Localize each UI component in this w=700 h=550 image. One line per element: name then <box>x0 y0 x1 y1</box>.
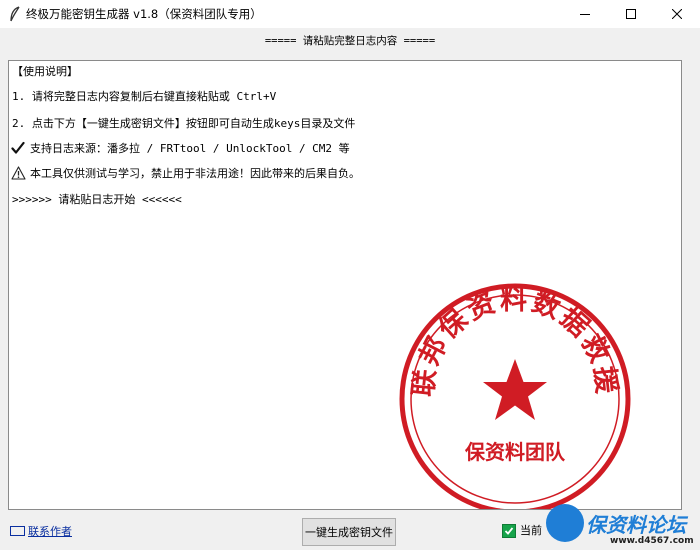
instruction-line-2: 2. 点击下方【一键生成密钥文件】按钮即可自动生成keys目录及文件 <box>12 117 356 130</box>
watermark-url: www.d4567.com <box>610 536 694 546</box>
envelope-icon <box>10 526 25 536</box>
current-checkbox[interactable] <box>502 524 516 538</box>
title-bar: 终极万能密钥生成器 v1.8（保资料团队专用） <box>0 0 700 28</box>
checkbox-check-icon <box>504 527 514 535</box>
vertical-scrollbar[interactable] <box>682 60 699 510</box>
minimize-icon <box>580 14 590 15</box>
usage-heading: 【使用说明】 <box>12 65 78 78</box>
contact-author-link[interactable]: 联系作者 <box>10 525 72 539</box>
instruction-line-1: 1. 请将完整日志内容复制后右键直接粘贴或 Ctrl+V <box>12 90 277 103</box>
watermark-text: 保资料论坛 <box>586 513 686 537</box>
svg-text:保资料团队: 保资料团队 <box>464 440 566 464</box>
generate-keys-button[interactable]: 一键生成密钥文件 <box>302 518 396 546</box>
feather-icon <box>10 6 20 22</box>
log-input-textarea[interactable]: 【使用说明】 1. 请将完整日志内容复制后右键直接粘贴或 Ctrl+V 2. 点… <box>8 60 682 510</box>
supported-sources-line: 支持日志来源：潘多拉 / FRTtool / UnlockTool / CM2 … <box>30 142 350 155</box>
paste-start-marker: >>>>>> 请粘贴日志开始 <<<<<< <box>12 193 182 206</box>
close-button[interactable] <box>654 0 700 28</box>
team-seal-stamp: 联邦保资料数据救援 保资料团队 <box>399 283 631 509</box>
paste-instruction-label: ===== 请粘贴完整日志内容 ===== <box>264 35 436 47</box>
close-icon <box>672 9 682 19</box>
maximize-button[interactable] <box>608 0 654 28</box>
watermark-logo-icon <box>546 504 584 542</box>
star-icon <box>483 359 547 420</box>
generate-keys-label: 一键生成密钥文件 <box>305 526 393 539</box>
current-checkbox-label: 当前 <box>520 524 542 537</box>
minimize-button[interactable] <box>562 0 608 28</box>
maximize-icon <box>626 9 636 19</box>
contact-author-label: 联系作者 <box>28 525 72 538</box>
window-title: 终极万能密钥生成器 v1.8（保资料团队专用） <box>26 7 262 21</box>
disclaimer-line: 本工具仅供测试与学习，禁止用于非法用途！因此带来的后果自负。 <box>30 167 360 180</box>
